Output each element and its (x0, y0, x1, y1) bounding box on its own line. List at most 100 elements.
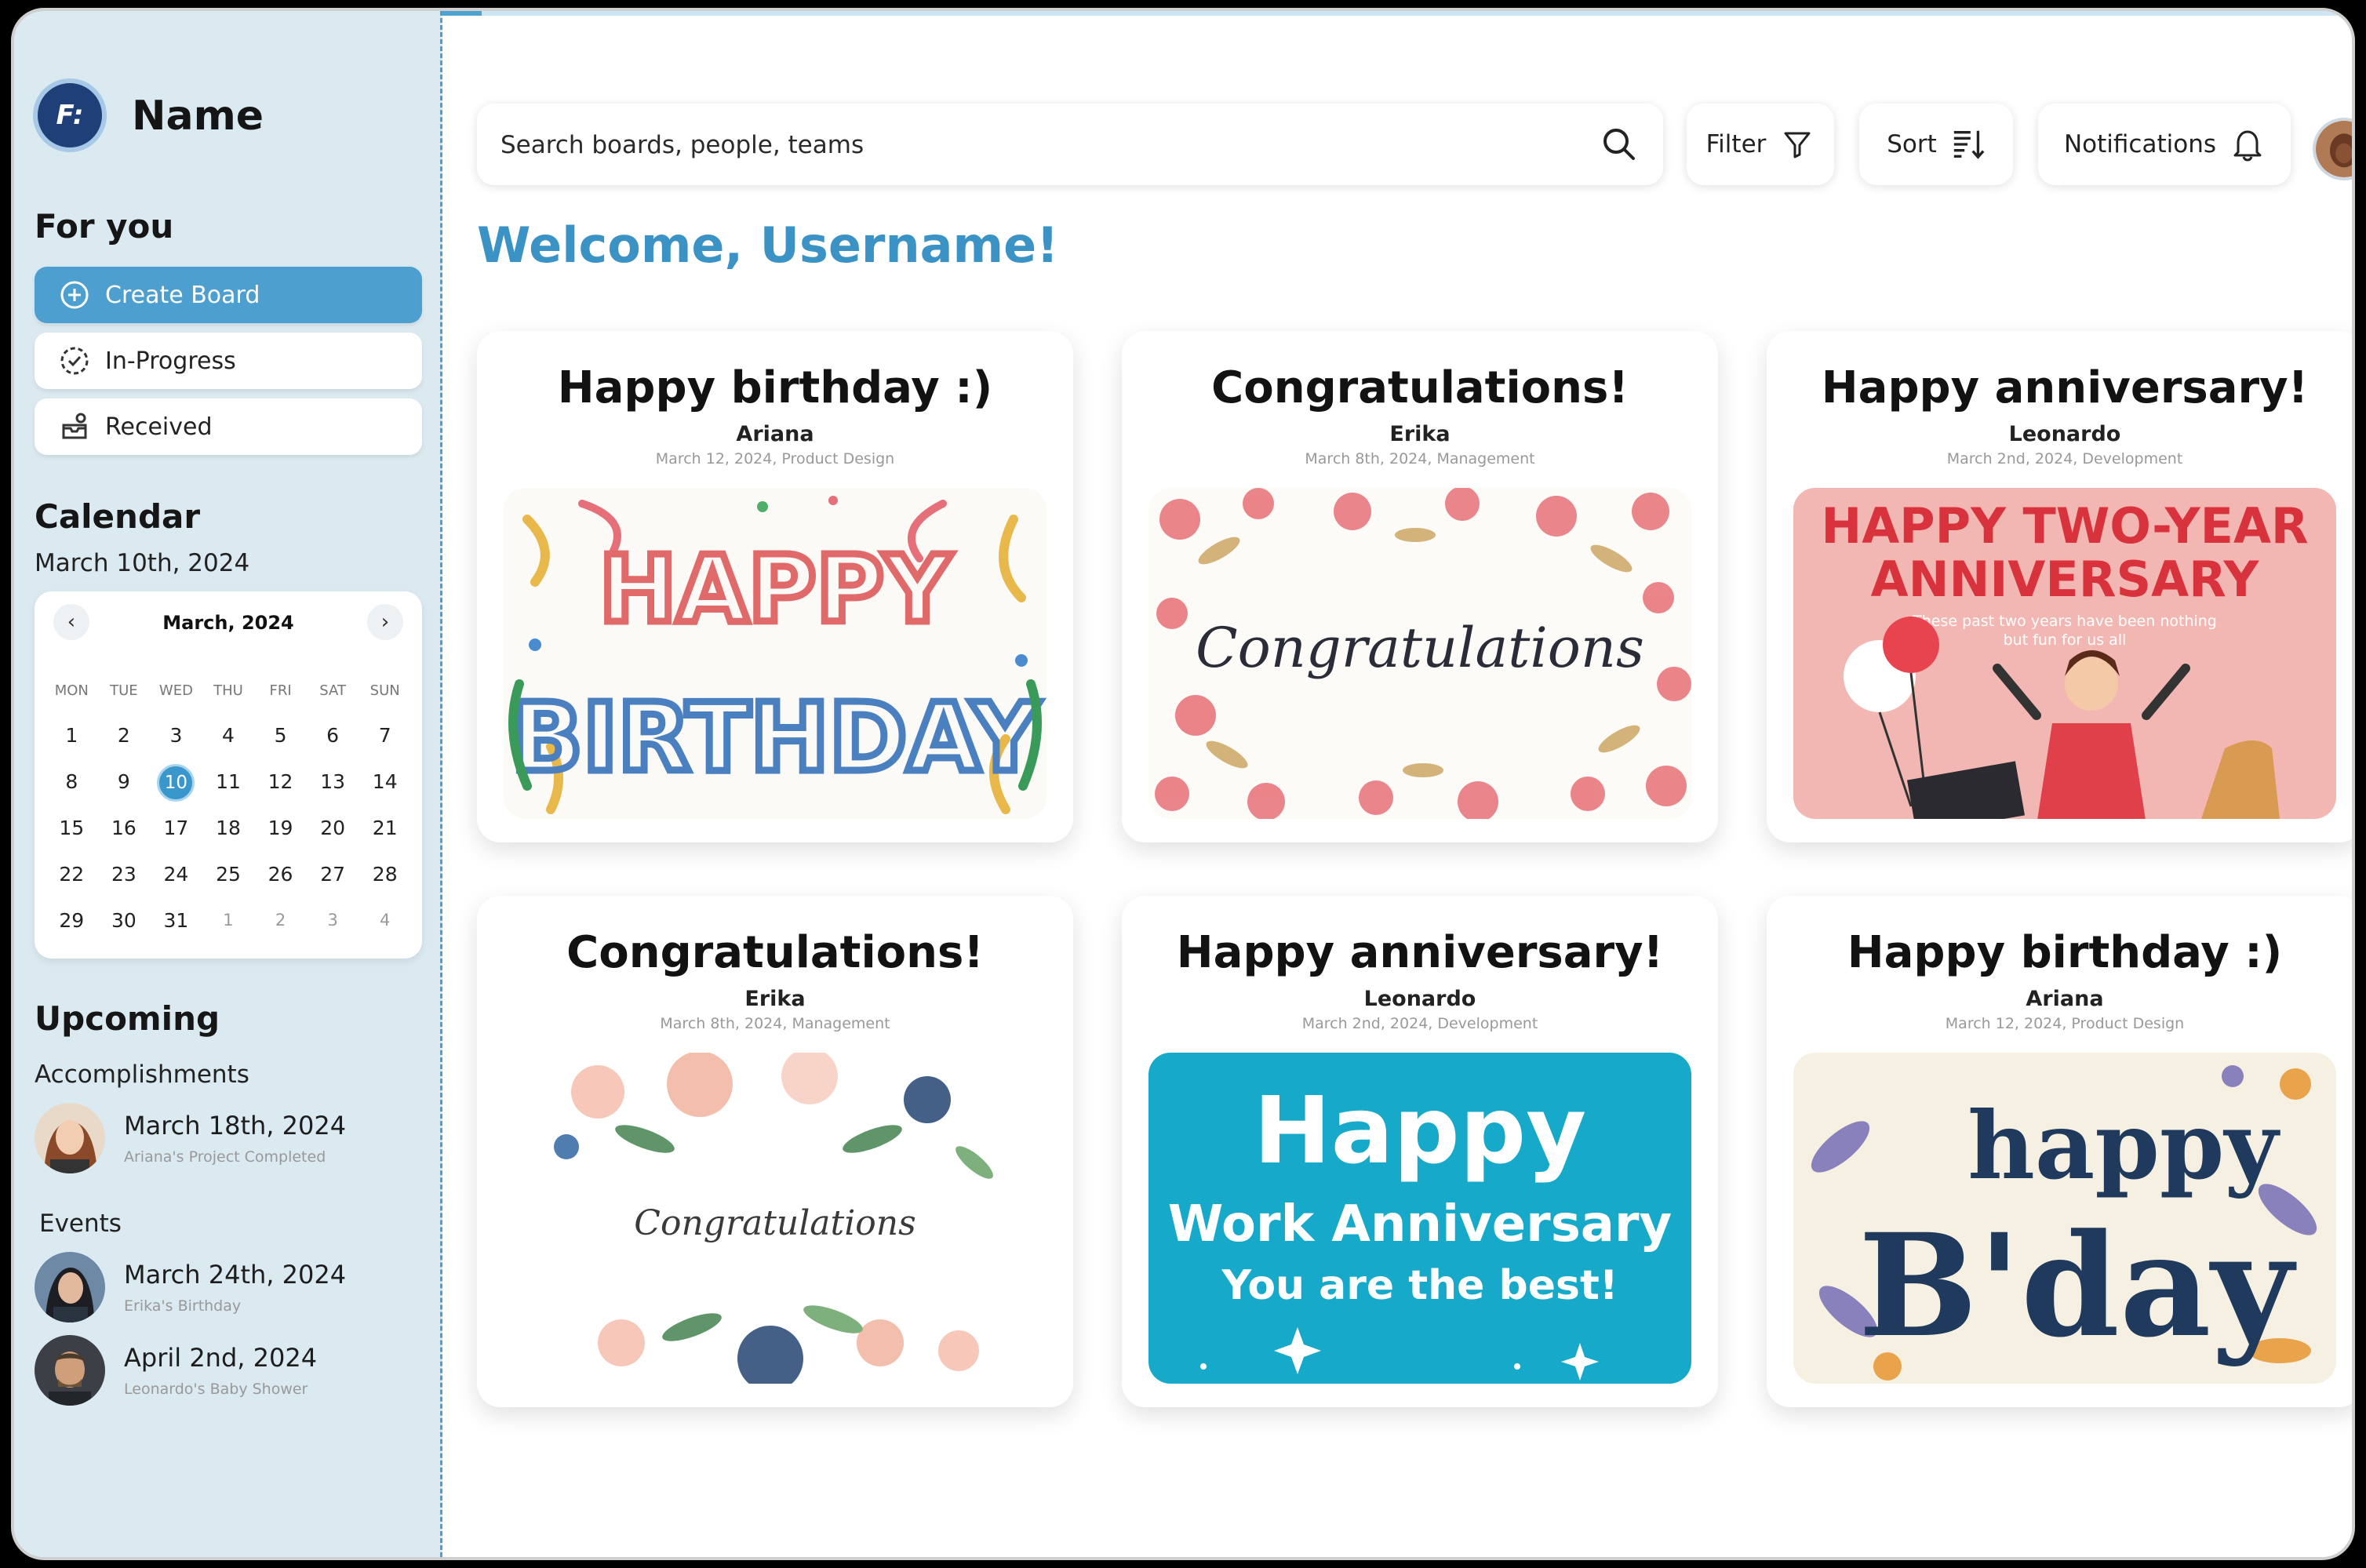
filter-funnel-icon (1780, 127, 1815, 162)
card-image-text: You are the best! (1221, 1262, 1618, 1309)
search-input[interactable] (499, 104, 1585, 187)
card-title: Happy birthday :) (557, 362, 993, 413)
calendar-month: March, 2024 (162, 612, 294, 634)
board-card[interactable]: Happy anniversary! Leonardo March 2nd, 2… (1122, 896, 1718, 1407)
search-icon[interactable] (1600, 126, 1638, 163)
calendar-day-label: 12 (268, 770, 293, 793)
calendar-day-today[interactable]: 10 (150, 759, 202, 805)
calendar-day[interactable]: 31 (150, 897, 202, 944)
card-title: Congratulations! (1211, 362, 1629, 413)
calendar-day[interactable]: 4 (202, 712, 255, 759)
upcoming-event-item[interactable]: April 2nd, 2024 Leonardo's Baby Shower (35, 1335, 427, 1410)
for-you-heading: For you (35, 207, 174, 246)
calendar-day-label: 30 (111, 909, 136, 932)
bell-icon (2230, 127, 2265, 162)
app-window: F: Name For you Create Board In-Progress… (11, 8, 2355, 1560)
calendar-day[interactable]: 12 (254, 759, 307, 805)
create-board-button[interactable]: Create Board (35, 267, 422, 323)
calendar-day[interactable]: 9 (98, 759, 151, 805)
calendar-day[interactable]: 8 (46, 759, 98, 805)
card-recipient: Ariana (736, 422, 814, 446)
calendar-day[interactable]: 17 (150, 805, 202, 851)
calendar-day[interactable]: 16 (98, 805, 151, 851)
calendar-day[interactable]: 26 (254, 851, 307, 897)
calendar-day[interactable]: 25 (202, 851, 255, 897)
in-progress-button[interactable]: In-Progress (35, 333, 422, 389)
calendar-weekday: SUN (369, 682, 400, 699)
event-date: April 2nd, 2024 (124, 1343, 318, 1373)
calendar-day-label: 13 (320, 770, 346, 793)
card-meta: March 2nd, 2024, Development (1301, 1015, 1538, 1032)
calendar-day[interactable]: 5 (254, 712, 307, 759)
calendar-heading: Calendar (35, 497, 201, 536)
accomplishment-desc: Ariana's Project Completed (124, 1148, 326, 1166)
card-image-text: Congratulations (634, 1203, 915, 1243)
calendar-day[interactable]: 21 (359, 805, 411, 851)
calendar-day[interactable]: 20 (307, 805, 359, 851)
calendar-day[interactable]: 27 (307, 851, 359, 897)
calendar-day[interactable]: 23 (98, 851, 151, 897)
filter-button[interactable]: Filter (1687, 104, 1834, 185)
calendar-weekday: WED (158, 682, 193, 699)
calendar-day-label: 22 (59, 863, 85, 886)
notifications-button[interactable]: Notifications (2038, 104, 2291, 185)
calendar-day-label: 24 (163, 863, 189, 886)
card-recipient: Leonardo (1363, 987, 1476, 1011)
board-card[interactable]: Congratulations! Erika March 8th, 2024, … (477, 896, 1073, 1407)
user-avatar[interactable] (2313, 118, 2352, 180)
calendar-day-label: 7 (378, 724, 391, 747)
card-recipient: Erika (744, 987, 806, 1011)
calendar-day[interactable]: 29 (46, 897, 98, 944)
upcoming-event-item[interactable]: March 24th, 2024 Erika's Birthday (35, 1252, 427, 1327)
calendar-day[interactable]: 22 (46, 851, 98, 897)
plus-circle-icon (58, 278, 91, 311)
events-heading: Events (39, 1210, 122, 1238)
calendar-day[interactable]: 18 (202, 805, 255, 851)
calendar-day-label: 15 (59, 817, 85, 839)
card-image-text: happy (1967, 1091, 2280, 1200)
calendar-day[interactable]: 28 (359, 851, 411, 897)
brand-logo-icon[interactable]: F: (33, 78, 107, 152)
calendar-day-next-month[interactable]: 3 (307, 897, 359, 944)
calendar-day-next-month[interactable]: 1 (202, 897, 255, 944)
calendar-day[interactable]: 6 (307, 712, 359, 759)
avatar (35, 1335, 105, 1406)
board-card[interactable]: Happy anniversary! Leonardo March 2nd, 2… (1767, 331, 2352, 842)
board-card[interactable]: Happy birthday :) Ariana March 12, 2024,… (1767, 896, 2352, 1407)
card-meta: March 8th, 2024, Management (1305, 450, 1535, 467)
in-progress-label: In-Progress (105, 347, 236, 375)
calendar-day-label: 3 (169, 724, 183, 747)
calendar-day-next-month[interactable]: 4 (359, 897, 411, 944)
upcoming-accomplishment-item[interactable]: March 18th, 2024 Ariana's Project Comple… (35, 1103, 427, 1178)
chevron-right-icon[interactable]: › (367, 604, 403, 640)
card-image-text: HAPPY TWO-YEAR (1821, 497, 2308, 555)
calendar-day[interactable]: 15 (46, 805, 98, 851)
calendar-day-label: 1 (65, 724, 78, 747)
calendar-day[interactable]: 7 (359, 712, 411, 759)
board-card[interactable]: Congratulations! Erika March 8th, 2024, … (1122, 331, 1718, 842)
calendar-weekday: FRI (269, 682, 292, 699)
calendar-day[interactable]: 13 (307, 759, 359, 805)
calendar-day[interactable]: 1 (46, 712, 98, 759)
sort-button[interactable]: Sort (1859, 104, 2013, 185)
calendar-day[interactable]: 3 (150, 712, 202, 759)
calendar-day-label: 5 (274, 724, 287, 747)
card-image-anniversary: HAPPY TWO-YEAR ANNIVERSARY These past tw… (1793, 488, 2336, 819)
calendar-day-label: 6 (326, 724, 340, 747)
calendar-day[interactable]: 14 (359, 759, 411, 805)
board-card[interactable]: Happy birthday :) Ariana March 12, 2024,… (477, 331, 1073, 842)
calendar-day-next-month[interactable]: 2 (254, 897, 307, 944)
calendar-day-label: 4 (380, 911, 391, 930)
card-image-birthday: HAPPY BIRTHDAY (504, 488, 1046, 819)
calendar-day[interactable]: 11 (202, 759, 255, 805)
calendar-day[interactable]: 30 (98, 897, 151, 944)
calendar-day[interactable]: 19 (254, 805, 307, 851)
calendar-day-label: 2 (117, 724, 130, 747)
calendar-day[interactable]: 2 (98, 712, 151, 759)
received-button[interactable]: Received (35, 398, 422, 455)
upcoming-heading: Upcoming (35, 999, 220, 1038)
card-meta: March 2nd, 2024, Development (1946, 450, 2183, 467)
calendar-day[interactable]: 24 (150, 851, 202, 897)
notifications-label: Notifications (2063, 130, 2217, 158)
calendar-grid: MON TUE WED THU FRI SAT SUN 1 2 3 4 5 6 7 8 9 10 11 12 13 14… (46, 670, 411, 944)
